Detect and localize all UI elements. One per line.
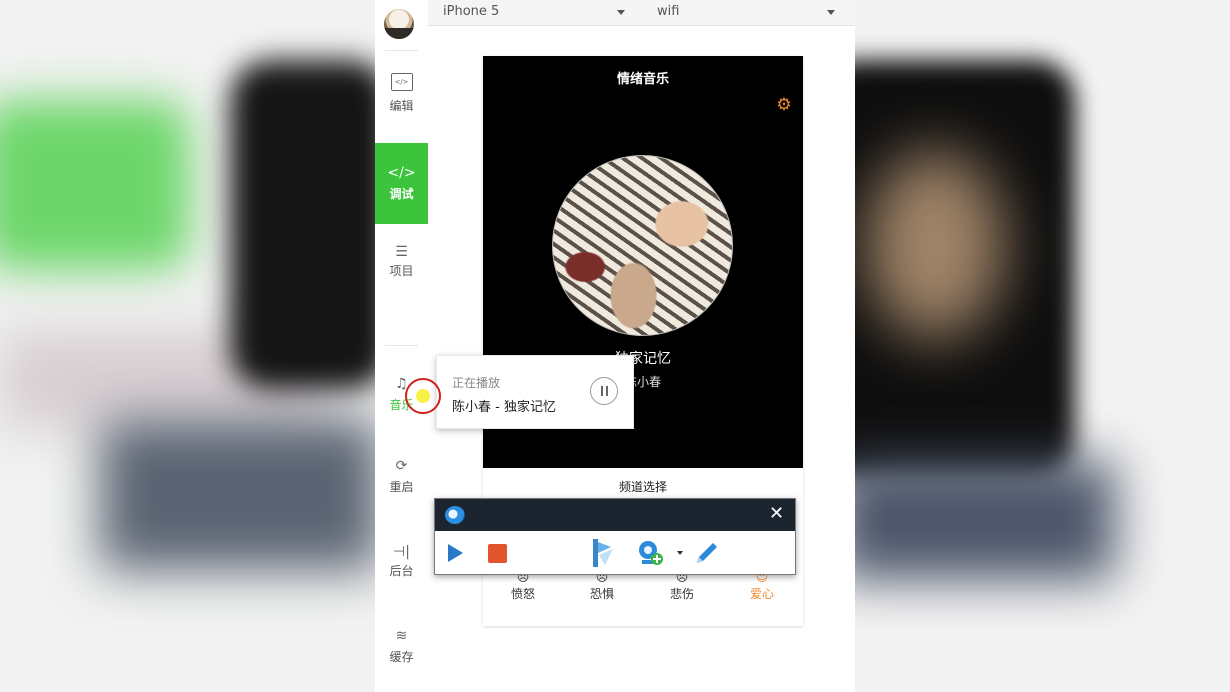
mood-label: 悲伤 bbox=[669, 587, 694, 601]
sidebar-item-debug[interactable]: </> 调试 bbox=[375, 143, 428, 224]
divider bbox=[385, 50, 418, 51]
chevron-down-icon bbox=[617, 10, 625, 15]
stop-icon[interactable] bbox=[488, 544, 507, 563]
menu-icon: ☰ bbox=[395, 244, 408, 260]
pause-button[interactable] bbox=[590, 377, 618, 405]
pin-icon[interactable] bbox=[591, 539, 615, 567]
layers-icon: ≋ bbox=[395, 628, 408, 644]
divider bbox=[385, 345, 418, 346]
page-title: 情绪音乐 bbox=[616, 72, 669, 87]
now-playing-popup: 正在播放 陈小春 - 独家记忆 bbox=[436, 355, 634, 429]
background-icon: ⊣| bbox=[393, 544, 410, 560]
gear-icon[interactable]: ⚙ bbox=[775, 96, 793, 114]
sidebar-item-label: 缓存 bbox=[389, 650, 414, 664]
mood-fear-button[interactable]: ☹ 恐惧 bbox=[572, 571, 632, 602]
recorder-logo-icon bbox=[445, 506, 465, 524]
code-box-icon: </> bbox=[375, 72, 428, 91]
sidebar-item-label: 编辑 bbox=[389, 99, 414, 113]
pen-icon[interactable] bbox=[693, 539, 721, 567]
sidebar-item-label: 后台 bbox=[389, 564, 414, 578]
device-select[interactable]: iPhone 5 bbox=[443, 0, 625, 25]
sidebar-item-edit[interactable]: </> 编辑 bbox=[375, 72, 428, 134]
mood-angry-button[interactable]: ☹ 愤怒 bbox=[493, 571, 553, 602]
mood-label: 爱心 bbox=[749, 587, 774, 601]
recorder-title-bar: ✕ bbox=[435, 499, 795, 531]
now-playing-track: 陈小春 - 独家记忆 bbox=[452, 400, 556, 415]
sidebar-item-label: 重启 bbox=[389, 480, 414, 494]
chevron-down-icon[interactable] bbox=[677, 551, 683, 555]
sidebar-item-label: 调试 bbox=[389, 187, 414, 201]
mood-love-button[interactable]: ☺ 爱心 bbox=[732, 571, 792, 602]
album-cover[interactable] bbox=[552, 155, 733, 336]
network-select[interactable]: wifi bbox=[657, 0, 835, 25]
mouse-cursor-highlight bbox=[405, 378, 441, 414]
sidebar-item-background[interactable]: ⊣| 后台 bbox=[375, 544, 428, 594]
close-icon[interactable]: ✕ bbox=[769, 504, 784, 524]
play-icon[interactable] bbox=[448, 544, 463, 562]
sidebar-item-project[interactable]: ☰ 项目 bbox=[375, 244, 428, 294]
mood-sad-button[interactable]: ☹ 悲伤 bbox=[652, 571, 712, 602]
mood-label: 愤怒 bbox=[510, 587, 535, 601]
screen-recorder-toolbar: ✕ bbox=[434, 498, 796, 575]
restart-icon: ⟳ bbox=[395, 458, 408, 474]
device-select-value: iPhone 5 bbox=[443, 4, 500, 19]
mood-label: 恐惧 bbox=[589, 587, 614, 601]
sidebar-item-restart[interactable]: ⟳ 重启 bbox=[375, 458, 428, 508]
simulator-toolbar: iPhone 5 wifi bbox=[428, 0, 855, 26]
background-right bbox=[815, 0, 1230, 692]
avatar[interactable] bbox=[384, 9, 414, 39]
now-playing-status: 正在播放 bbox=[452, 376, 501, 390]
channel-title: 频道选择 bbox=[618, 480, 667, 494]
chevron-down-icon bbox=[827, 10, 835, 15]
sidebar-item-cache[interactable]: ≋ 缓存 bbox=[375, 628, 428, 678]
sidebar: </> 编辑 </> 调试 ☰ 项目 ♫ 音乐 ⟳ 重启 ⊣| 后台 ≋ 缓存 bbox=[375, 0, 428, 692]
background-left bbox=[0, 0, 390, 692]
webcam-add-icon[interactable] bbox=[637, 540, 663, 566]
code-icon: </> bbox=[387, 165, 416, 181]
devtools-window: </> 编辑 </> 调试 ☰ 项目 ♫ 音乐 ⟳ 重启 ⊣| 后台 ≋ 缓存 bbox=[375, 0, 855, 692]
sidebar-item-label: 项目 bbox=[389, 264, 414, 278]
network-select-value: wifi bbox=[657, 4, 680, 19]
